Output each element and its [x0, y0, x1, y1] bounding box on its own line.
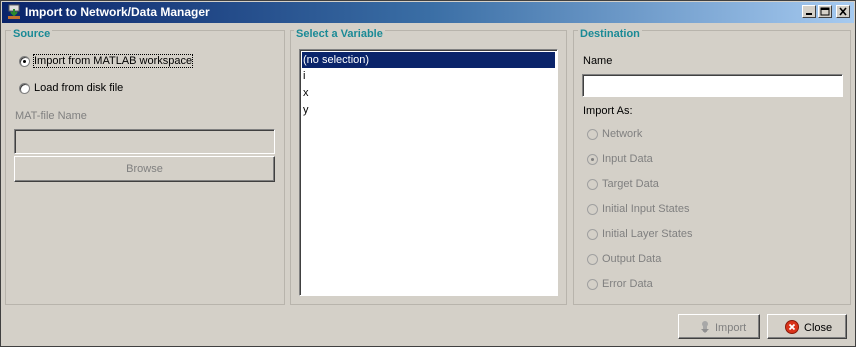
- radio-label: Network: [602, 128, 643, 140]
- radio-button[interactable]: [587, 229, 598, 240]
- name-label: Name: [583, 55, 613, 67]
- import-icon: [698, 320, 712, 334]
- variable-list[interactable]: (no selection) i x y: [299, 49, 558, 296]
- radio-label: Import from MATLAB workspace: [32, 54, 194, 68]
- radio-button[interactable]: [587, 254, 598, 265]
- variable-title: Select a Variable: [294, 28, 385, 40]
- minimize-button[interactable]: [802, 5, 816, 18]
- radio-label: Output Data: [602, 253, 662, 265]
- list-item[interactable]: (no selection): [302, 52, 555, 68]
- radio-label: Target Data: [602, 178, 659, 190]
- maximize-icon: [820, 7, 830, 16]
- radio-button[interactable]: [587, 179, 598, 190]
- destination-title: Destination: [578, 28, 642, 40]
- radio-label: Input Data: [602, 153, 653, 165]
- browse-button[interactable]: Browse: [14, 156, 275, 182]
- radio-button[interactable]: [19, 83, 30, 94]
- maximize-button[interactable]: [818, 5, 832, 18]
- matlab-download-icon: [6, 4, 22, 20]
- title-bar[interactable]: Import to Network/Data Manager: [2, 2, 854, 23]
- name-input[interactable]: [582, 74, 843, 97]
- mat-file-input[interactable]: [14, 129, 275, 154]
- close-icon: [839, 7, 847, 16]
- close-label: Close: [804, 322, 833, 334]
- import-label: Import: [715, 322, 747, 334]
- radio-label: Initial Layer States: [602, 228, 693, 240]
- minimize-icon: [806, 13, 812, 15]
- radio-label: Load from disk file: [34, 82, 124, 94]
- list-item[interactable]: y: [302, 102, 555, 118]
- radio-button[interactable]: [587, 154, 598, 165]
- radio-button[interactable]: [587, 129, 598, 140]
- list-item[interactable]: x: [302, 85, 555, 101]
- close-button[interactable]: Close: [767, 314, 847, 339]
- import-as-label: Import As:: [583, 105, 633, 117]
- import-button[interactable]: Import: [678, 314, 760, 339]
- list-item[interactable]: i: [302, 68, 555, 84]
- close-window-button[interactable]: [836, 5, 850, 18]
- radio-button[interactable]: [19, 56, 30, 67]
- window-title: Import to Network/Data Manager: [25, 5, 210, 19]
- radio-button[interactable]: [587, 279, 598, 290]
- radio-button[interactable]: [587, 204, 598, 215]
- radio-label: Initial Input States: [602, 203, 690, 215]
- source-title: Source: [11, 28, 53, 40]
- close-circle-icon: [785, 320, 799, 334]
- import-dialog: Import to Network/Data Manager Source Im…: [0, 0, 856, 347]
- mat-file-label: MAT-file Name: [15, 110, 87, 122]
- radio-label: Error Data: [602, 278, 653, 290]
